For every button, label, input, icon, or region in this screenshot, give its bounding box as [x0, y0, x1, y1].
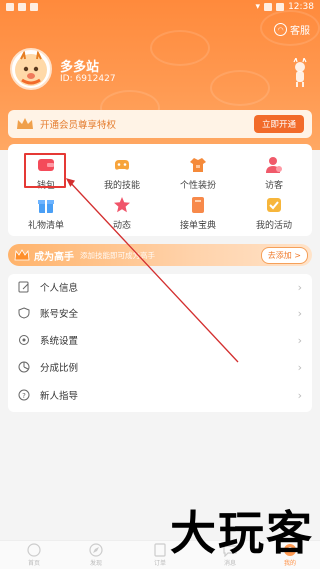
grid-label: 礼物清单: [27, 221, 64, 231]
nav-label: 发现: [89, 560, 102, 567]
shield-icon: [18, 307, 30, 319]
menu-item-system-settings[interactable]: 系统设置 ›: [8, 327, 312, 353]
notification-icon: [6, 3, 14, 11]
avatar[interactable]: [10, 48, 52, 90]
grid-label: 动态: [112, 221, 131, 231]
chevron-right-icon: ›: [297, 280, 302, 294]
watermark-text: 大玩客: [170, 506, 314, 560]
edit-icon: [18, 281, 29, 293]
customer-service-label: 客服: [290, 26, 310, 37]
menu-item-profile-info[interactable]: 个人信息 ›: [8, 274, 312, 300]
header-decoration: [150, 30, 210, 66]
expert-subtitle: 添加技能即可成为高手: [80, 250, 155, 260]
order-icon: [154, 543, 166, 557]
add-skill-button[interactable]: 去添加 >: [260, 246, 308, 264]
menu-label: 账号安全: [40, 309, 79, 320]
grid-item-guide[interactable]: 接单宝典: [160, 194, 236, 234]
deer-mascot-icon: [293, 58, 307, 87]
chevron-right-icon: ›: [297, 388, 302, 402]
battery-icon: [276, 3, 285, 11]
menu-item-newbie-guide[interactable]: ? 新人指导 ›: [8, 382, 312, 408]
star-icon: [114, 197, 130, 213]
chevron-right-icon: ›: [297, 306, 302, 320]
settings-icon: [19, 335, 29, 345]
shirt-icon: [190, 158, 206, 172]
gamepad-icon: [115, 160, 129, 170]
headset-icon: ◠: [274, 23, 287, 36]
chevron-right-icon: ›: [297, 333, 302, 347]
svg-text:?: ?: [22, 392, 26, 400]
nav-label: 首页: [27, 560, 40, 567]
vip-banner[interactable]: 开通会员尊享特权 立即开通: [8, 110, 312, 138]
menu-label: 新人指导: [40, 391, 79, 402]
pie-chart-icon: [18, 361, 30, 373]
book-icon: [192, 197, 204, 213]
nav-home[interactable]: 首页: [14, 543, 54, 567]
grid-item-moments[interactable]: 动态: [84, 194, 160, 234]
vip-text: 开通会员尊享特权: [40, 120, 117, 131]
open-vip-button[interactable]: 立即开通: [253, 115, 304, 133]
grid-label: 个性装扮: [179, 181, 216, 191]
activity-icon: [267, 198, 281, 212]
username: 多多站: [60, 60, 100, 75]
grid-item-dressup[interactable]: 个性装扮: [160, 154, 236, 194]
header-decoration: [210, 70, 270, 106]
user-id: ID: 6912427: [60, 74, 116, 84]
grid-item-activities[interactable]: 我的活动: [236, 194, 312, 234]
visitor-icon: [266, 157, 282, 173]
notification-icon: [18, 3, 26, 11]
grid-item-gifts[interactable]: 礼物清单: [8, 194, 84, 234]
crown-badge-icon: [14, 249, 30, 261]
menu-label: 系统设置: [40, 336, 79, 347]
help-icon: ?: [18, 389, 30, 401]
home-icon: [27, 543, 41, 557]
crown-icon: [17, 118, 33, 129]
chevron-right-icon: ›: [297, 360, 302, 374]
menu-label: 个人信息: [40, 283, 79, 294]
deer-avatar-icon: [15, 50, 47, 86]
settings-menu: 个人信息 › 账号安全 › 系统设置 › 分成比例 › ? 新人指导 ›: [8, 274, 312, 412]
customer-service-button[interactable]: ◠ 客服: [274, 22, 310, 37]
wallet-highlight-box: [24, 153, 66, 188]
nav-label: 订单: [153, 560, 166, 567]
grid-label: 访客: [264, 181, 283, 191]
status-time: 12:38: [288, 2, 314, 12]
grid-item-skills[interactable]: 我的技能: [84, 154, 160, 194]
signal-icon: [264, 3, 273, 11]
grid-label: 我的技能: [103, 181, 140, 191]
grid-label: 我的活动: [255, 221, 292, 231]
grid-item-visitors[interactable]: 访客: [236, 154, 312, 194]
wifi-icon: ▾: [255, 2, 261, 12]
grid-label: 接单宝典: [179, 221, 216, 231]
menu-item-revenue-share[interactable]: 分成比例 ›: [8, 354, 312, 380]
gift-icon: [38, 200, 54, 213]
notification-icon: [30, 3, 38, 11]
status-bar: ▾ 12:38: [0, 0, 320, 14]
menu-label: 分成比例: [40, 363, 79, 374]
become-expert-banner[interactable]: 成为高手 添加技能即可成为高手 去添加 >: [8, 244, 312, 266]
nav-discover[interactable]: 发现: [76, 543, 116, 567]
discover-icon: [89, 543, 103, 557]
expert-title: 成为高手: [34, 251, 74, 263]
menu-item-account-security[interactable]: 账号安全 ›: [8, 300, 312, 326]
